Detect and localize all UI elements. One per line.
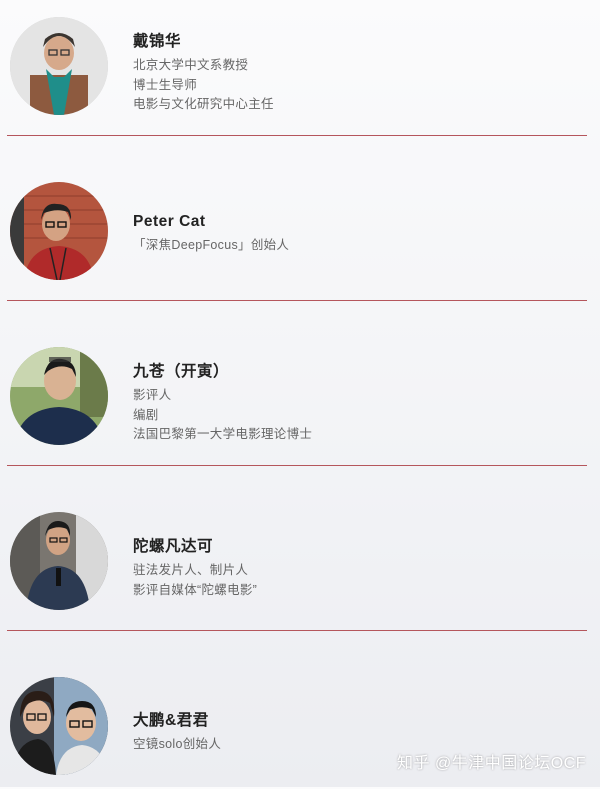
speaker-name: 大鹏&君君 (133, 712, 209, 729)
speaker-name: Peter Cat (133, 213, 206, 230)
portrait-couple-selfie (10, 677, 108, 775)
divider (7, 465, 587, 466)
speaker-title-line: 影评自媒体“陀螺电影” (133, 582, 258, 597)
avatar (10, 182, 108, 280)
speaker-title-line: 博士生导师 (133, 77, 198, 92)
speaker-title-line: 北京大学中文系教授 (133, 58, 249, 72)
watermark: 知乎 @牛津中国论坛OCF (397, 755, 586, 772)
speaker-card-1: 戴锦华 北京大学中文系教授 博士生导师 电影与文化研究中心主任 (0, 17, 600, 129)
speaker-name: 陀螺凡达可 (133, 538, 214, 555)
portrait-man-navy-jacket (10, 347, 108, 445)
portrait-man-glasses-brick-wall (10, 182, 108, 280)
speaker-title-line: 法国巴黎第一大学电影理论博士 (133, 427, 313, 441)
speaker-title-line: 电影与文化研究中心主任 (133, 97, 274, 111)
speaker-title-line: 影评人 (133, 388, 172, 402)
divider (7, 630, 587, 631)
avatar (10, 512, 108, 610)
speaker-name: 九苍（开寅） (133, 363, 230, 380)
speaker-title-line: 「深焦DeepFocus」创始人 (133, 238, 290, 252)
speaker-title-line: 空镜solo创始人 (133, 737, 222, 751)
avatar (10, 17, 108, 115)
divider (7, 300, 587, 301)
speaker-title-line: 编剧 (133, 407, 159, 422)
speaker-title-line: 驻法发片人、制片人 (133, 563, 249, 577)
avatar (10, 677, 108, 775)
avatar (10, 347, 108, 445)
speaker-name: 戴锦华 (133, 33, 182, 50)
speaker-card-3: 九苍（开寅） 影评人 编剧 法国巴黎第一大学电影理论博士 (0, 347, 600, 459)
divider (7, 135, 587, 136)
speaker-card-2: Peter Cat 「深焦DeepFocus」创始人 (0, 182, 600, 294)
speaker-card-4: 陀螺凡达可 驻法发片人、制片人 影评自媒体“陀螺电影” (0, 512, 600, 624)
portrait-man-microphone (10, 512, 108, 610)
portrait-woman-teal-scarf (10, 17, 108, 115)
